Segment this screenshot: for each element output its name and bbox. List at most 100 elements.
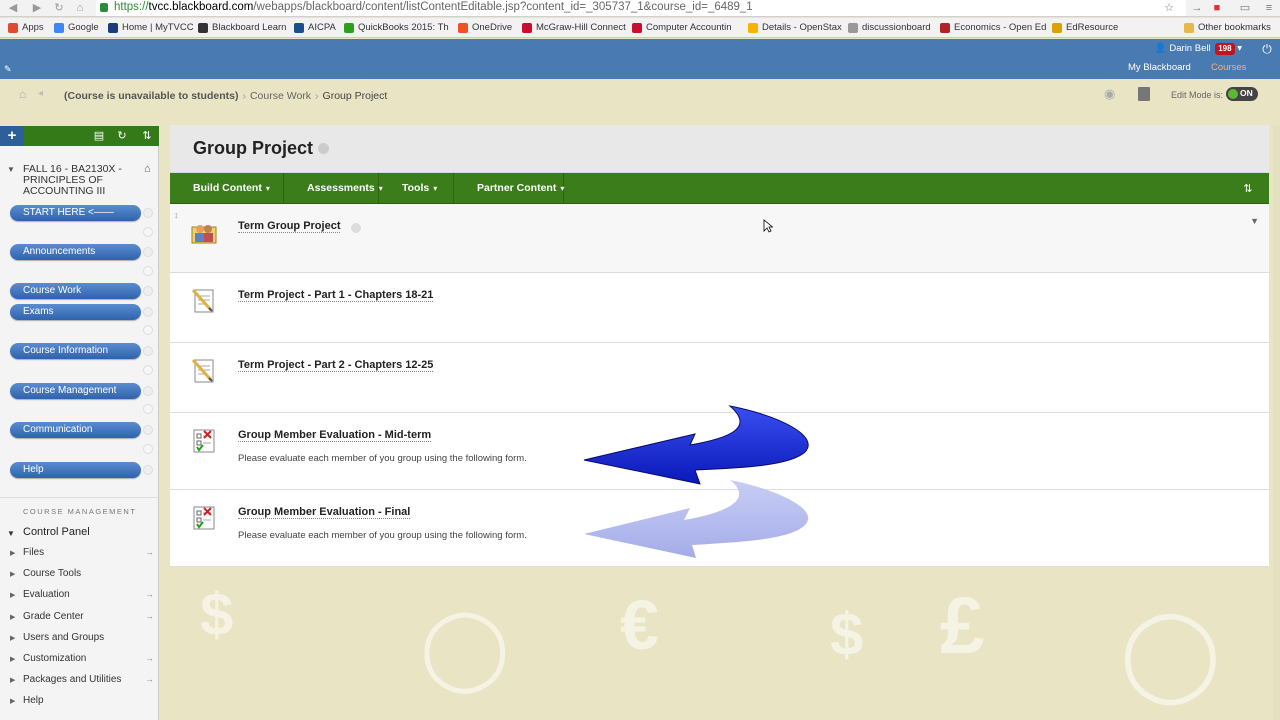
- quick-link-arrow-icon[interactable]: →: [145, 589, 154, 599]
- course-menu-item[interactable]: START HERE <——: [10, 205, 141, 221]
- reload-icon[interactable]: ↻: [52, 1, 66, 15]
- content-item-title[interactable]: Term Project - Part 1 - Chapters 18-21: [238, 289, 434, 302]
- eye-icon[interactable]: ◉: [1104, 87, 1122, 101]
- action-menu-tools[interactable]: Tools ▾: [379, 173, 454, 204]
- options-chevron-icon[interactable]: [318, 143, 329, 154]
- home-icon[interactable]: ⌂: [144, 163, 156, 175]
- bookmark-item[interactable]: AICPA: [294, 21, 336, 35]
- content-item-title[interactable]: Term Project - Part 2 - Chapters 12-25: [238, 359, 434, 372]
- bookmark-item[interactable]: Apps: [8, 21, 44, 35]
- menu-item-options-icon[interactable]: [143, 346, 153, 356]
- menu-item-options-icon[interactable]: [143, 208, 153, 218]
- star-icon[interactable]: ☆: [1162, 1, 1176, 15]
- course-menu-item[interactable]: Exams: [10, 304, 141, 320]
- other-bookmarks[interactable]: Other bookmarks: [1184, 21, 1271, 35]
- pin-icon[interactable]: ✎: [4, 64, 12, 75]
- expand-caret-icon[interactable]: ▶: [10, 591, 15, 599]
- breadcrumb-expand-icon[interactable]: ◂: [38, 88, 43, 99]
- bookmark-item[interactable]: Computer Accountin: [632, 21, 732, 35]
- bookmark-item[interactable]: EdResource: [1052, 21, 1118, 35]
- control-panel-item[interactable]: Course Tools: [23, 568, 81, 579]
- menu-item-options-icon[interactable]: [143, 286, 153, 296]
- bookmark-item[interactable]: Google: [54, 21, 99, 35]
- course-menu-item[interactable]: Announcements: [10, 244, 141, 260]
- content-item-title[interactable]: Group Member Evaluation - Final: [238, 506, 411, 519]
- forward-icon[interactable]: ▶: [30, 1, 44, 15]
- bookmark-item[interactable]: discussionboard: [848, 21, 931, 35]
- menu-item-options-icon[interactable]: [143, 247, 153, 257]
- control-panel-item[interactable]: Help: [23, 695, 44, 706]
- control-panel-item[interactable]: Users and Groups: [23, 632, 104, 643]
- control-panel-label[interactable]: Control Panel: [23, 526, 90, 538]
- reorder-icon[interactable]: ⇅: [140, 129, 154, 143]
- content-item-title[interactable]: Term Group Project: [238, 220, 341, 233]
- course-title[interactable]: Fall 16 - BA2130X - PRINCIPLES OF ACCOUN…: [23, 164, 133, 197]
- course-menu-item[interactable]: Course Management: [10, 383, 141, 399]
- bookmark-item[interactable]: OneDrive: [458, 21, 512, 35]
- action-menu-partner-content[interactable]: Partner Content ▾: [454, 173, 564, 204]
- bookmark-item[interactable]: Blackboard Learn: [198, 21, 286, 35]
- quick-link-arrow-icon[interactable]: →: [145, 653, 154, 663]
- home-icon[interactable]: ⌂: [19, 88, 33, 100]
- control-panel-item[interactable]: Evaluation: [23, 589, 70, 600]
- expand-caret-icon[interactable]: ▶: [10, 697, 15, 705]
- expand-caret-icon[interactable]: ▶: [10, 655, 15, 663]
- action-menu-assessments[interactable]: Assessments ▾: [284, 173, 383, 204]
- expand-caret-icon[interactable]: ▶: [10, 676, 15, 684]
- chevron-down-icon[interactable]: ▾: [1237, 43, 1242, 54]
- toggle-knob: [1228, 89, 1238, 99]
- collapse-caret-icon[interactable]: ▼: [7, 529, 15, 538]
- quick-link-arrow-icon[interactable]: →: [145, 547, 154, 557]
- reorder-icon[interactable]: ⇅: [1241, 182, 1255, 196]
- menu-item-options-icon[interactable]: [143, 307, 153, 317]
- page-scrollbar[interactable]: [1273, 125, 1280, 720]
- refresh-icon[interactable]: ↻: [115, 129, 129, 143]
- course-menu-item[interactable]: Help: [10, 462, 141, 478]
- course-menu-item[interactable]: Course Information: [10, 343, 141, 359]
- menu-item-options-icon[interactable]: [143, 425, 153, 435]
- menu-item-options-icon[interactable]: [143, 386, 153, 396]
- back-icon[interactable]: ◀: [6, 1, 20, 15]
- user-menu[interactable]: 👤 Darin Bell 198 ▾: [1155, 43, 1242, 55]
- home-icon[interactable]: ⌂: [73, 1, 87, 15]
- folder-view-icon[interactable]: ▤: [92, 129, 106, 143]
- expand-caret-icon[interactable]: ▶: [10, 613, 15, 621]
- control-panel-item[interactable]: Grade Center: [23, 611, 84, 622]
- bookmark-item[interactable]: Home | MyTVCC: [108, 21, 194, 35]
- notification-badge[interactable]: 198: [1215, 43, 1235, 55]
- expand-caret-icon[interactable]: ▶: [10, 549, 15, 557]
- chevron-down-icon[interactable]: ▼: [1250, 216, 1259, 226]
- options-chevron-icon[interactable]: [351, 223, 361, 233]
- course-menu-item[interactable]: Communication: [10, 422, 141, 438]
- control-panel-item[interactable]: Packages and Utilities: [23, 674, 121, 685]
- bookmark-item[interactable]: QuickBooks 2015: Th: [344, 21, 449, 35]
- course-status: (Course is unavailable to students): [64, 90, 239, 102]
- course-menu-item[interactable]: Course Work: [10, 283, 141, 299]
- drag-handle-icon[interactable]: ↕: [174, 210, 179, 220]
- breadcrumb-course-work[interactable]: Course Work: [250, 90, 311, 102]
- add-menu-item-button[interactable]: +: [0, 126, 24, 146]
- book-icon[interactable]: [1138, 87, 1150, 101]
- quick-link-arrow-icon[interactable]: →: [145, 674, 154, 684]
- office-extension-icon[interactable]: ■: [1210, 1, 1224, 15]
- cast-icon[interactable]: ▭: [1238, 1, 1252, 15]
- expand-caret-icon[interactable]: ▶: [10, 570, 15, 578]
- control-panel-item[interactable]: Customization: [23, 653, 86, 664]
- bookmark-item[interactable]: McGraw-Hill Connect: [522, 21, 626, 35]
- quick-link-arrow-icon[interactable]: →: [145, 611, 154, 621]
- tab-my-blackboard[interactable]: My Blackboard: [1128, 62, 1191, 73]
- collapse-caret-icon[interactable]: ▼: [7, 165, 15, 174]
- logout-icon[interactable]: ⏻: [1260, 42, 1274, 56]
- tab-courses[interactable]: Courses: [1211, 62, 1246, 73]
- extension-arrow-icon[interactable]: →: [1190, 1, 1204, 15]
- chrome-menu-icon[interactable]: ≡: [1262, 1, 1276, 15]
- expand-caret-icon[interactable]: ▶: [10, 634, 15, 642]
- control-panel-item[interactable]: Files: [23, 547, 44, 558]
- content-item-title[interactable]: Group Member Evaluation - Mid-term: [238, 429, 432, 442]
- action-menu-build-content[interactable]: Build Content ▾: [170, 173, 284, 204]
- edit-mode-toggle[interactable]: ON: [1226, 87, 1258, 101]
- menu-item-options-icon[interactable]: [143, 465, 153, 475]
- bookmark-item[interactable]: Economics - Open Ed: [940, 21, 1046, 35]
- url-input[interactable]: https://tvcc.blackboard.com/webapps/blac…: [96, 0, 1186, 16]
- bookmark-item[interactable]: Details - OpenStax: [748, 21, 842, 35]
